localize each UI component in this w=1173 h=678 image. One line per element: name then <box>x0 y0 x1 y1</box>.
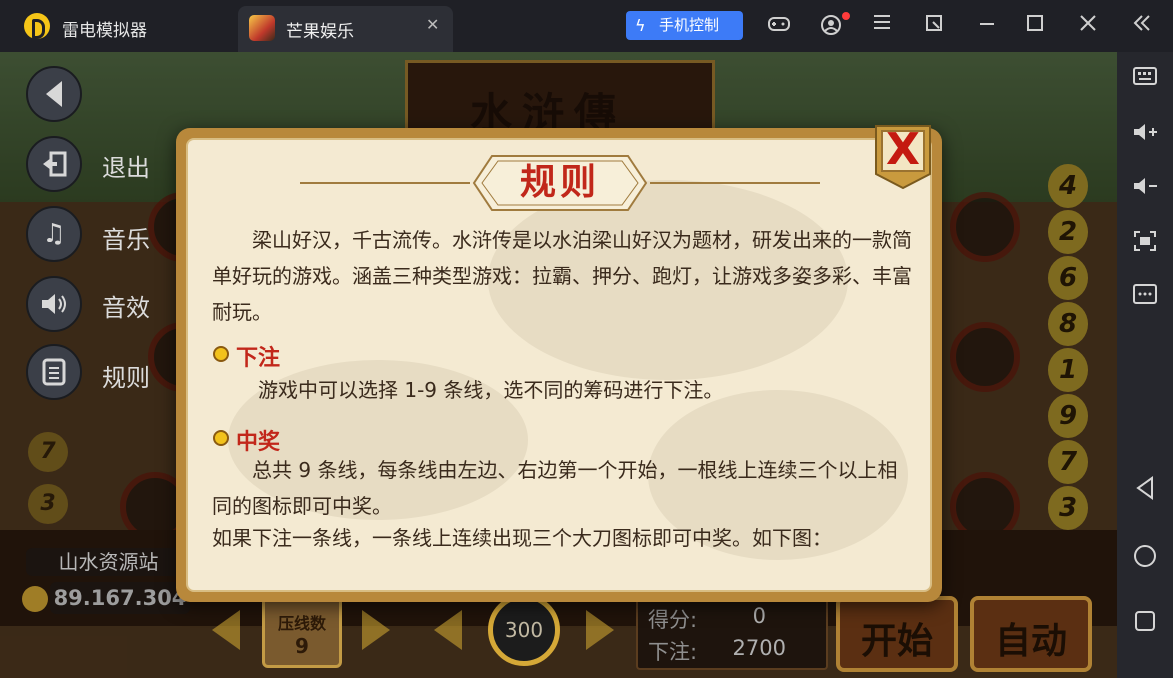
emulator-sidebar <box>1117 52 1173 678</box>
section-win-extra: 如果下注一条线，一条线上连续出现三个大刀图标即可中奖。如下图： <box>212 526 832 550</box>
phone-control-label: 手机控制 <box>659 16 720 34</box>
gamepad-icon[interactable] <box>767 14 791 40</box>
lines-decrease-arrow-icon[interactable] <box>212 610 240 650</box>
start-button-label: 开始 <box>860 621 933 662</box>
lines-increase-arrow-icon[interactable] <box>362 610 390 650</box>
title-divider-right <box>650 182 820 184</box>
maximize-icon[interactable] <box>1023 14 1047 38</box>
bet-label: 下注: <box>648 640 698 664</box>
menu-rules-label[interactable]: 规则 <box>102 358 150 393</box>
tab-game[interactable]: 芒果娱乐 ✕ <box>238 6 453 52</box>
dialog-title: 规则 <box>519 162 600 203</box>
volume-up-icon[interactable] <box>1117 122 1173 147</box>
title-divider-left <box>300 182 470 184</box>
chip-decrease-arrow-icon[interactable] <box>434 610 462 650</box>
collapse-sidebar-icon[interactable] <box>1130 14 1154 38</box>
lightning-icon: ϟ <box>635 16 646 35</box>
user-account-icon[interactable] <box>819 14 843 42</box>
phone-control-button[interactable]: ϟ 手机控制 <box>626 11 743 40</box>
close-window-icon[interactable] <box>1076 14 1100 38</box>
bullet-icon <box>213 346 229 362</box>
exit-icon[interactable] <box>26 136 82 192</box>
rules-intro: 梁山好汉，千古流传。水浒传是以水泊梁山好汉为题材，研发出来的一款简单好玩的游戏。… <box>212 228 912 324</box>
keyboard-icon[interactable] <box>1117 66 1173 90</box>
chip-value: 300 <box>504 618 544 642</box>
app-name: 雷电模拟器 <box>62 21 147 41</box>
emulator-window: 雷电模拟器 芒果娱乐 ✕ ϟ 手机控制 水浒傳 4 2 6 8 1 9 7 3 … <box>0 0 1173 678</box>
sound-effects-icon[interactable] <box>26 276 82 332</box>
volume-down-icon[interactable] <box>1117 176 1173 201</box>
site-name: 山水资源站 <box>26 548 191 576</box>
section-bet-title: 下注 <box>236 346 281 371</box>
more-options-icon[interactable] <box>1117 284 1173 309</box>
bet-value: 2700 <box>732 636 786 660</box>
minimize-icon[interactable] <box>975 14 999 38</box>
auto-button-label: 自动 <box>994 621 1067 662</box>
game-app-icon <box>249 15 275 41</box>
balance-display: 89.167.304 <box>50 582 190 614</box>
lines-label: 压线数 <box>277 614 326 633</box>
shrink-window-icon[interactable] <box>922 14 946 38</box>
menu-exit-label[interactable]: 退出 <box>102 148 150 183</box>
screenshot-icon[interactable] <box>1117 230 1173 257</box>
bullet-icon <box>213 430 229 446</box>
coin-icon <box>22 586 48 612</box>
menu-sound-label[interactable]: 音效 <box>102 288 150 323</box>
title-bar: 雷电模拟器 芒果娱乐 ✕ ϟ 手机控制 <box>0 0 1173 52</box>
lines-value: 9 <box>295 634 309 658</box>
section-bet-body: 游戏中可以选择 1-9 条线，选不同的筹码进行下注。 <box>258 378 724 402</box>
section-win-body: 总共 9 条线，每条线由左边、右边第一个开始，一根线上连续三个以上相同的图标即可… <box>212 458 898 518</box>
tab-label: 芒果娱乐 <box>286 22 354 42</box>
android-recents-icon[interactable] <box>1117 610 1173 637</box>
emulator-logo-icon <box>24 13 50 39</box>
music-icon[interactable]: ♫ <box>26 206 82 262</box>
score-value: 0 <box>752 604 766 628</box>
rules-icon[interactable] <box>26 344 82 400</box>
menu-icon[interactable] <box>870 14 894 36</box>
android-back-icon[interactable] <box>1117 476 1173 505</box>
notification-dot <box>842 12 850 20</box>
back-button[interactable] <box>26 66 82 122</box>
tab-close-icon[interactable]: ✕ <box>426 15 439 34</box>
android-home-icon[interactable] <box>1117 544 1173 573</box>
menu-music-label[interactable]: 音乐 <box>102 220 150 255</box>
chip-increase-arrow-icon[interactable] <box>586 610 614 650</box>
close-x-icon[interactable]: X <box>878 124 928 176</box>
